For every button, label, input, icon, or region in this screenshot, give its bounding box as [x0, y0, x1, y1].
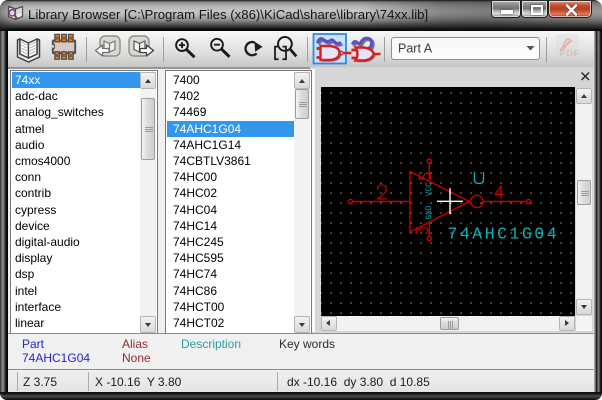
svg-text:Part A: Part A — [398, 42, 433, 56]
svg-text:VCC: VCC — [426, 182, 434, 196]
svg-text:GND: GND — [426, 205, 434, 219]
svg-text:PDF: PDF — [560, 49, 580, 60]
svg-text:74AHC1G04: 74AHC1G04 — [448, 225, 560, 244]
